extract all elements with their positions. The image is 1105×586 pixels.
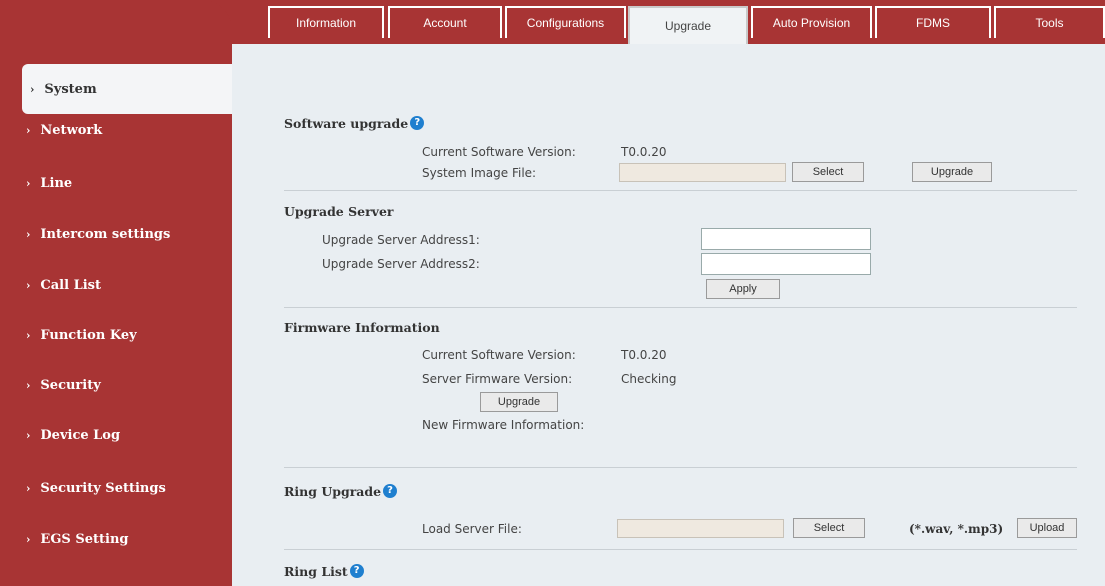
ring-select-button[interactable]: Select bbox=[793, 518, 865, 538]
chevron-right-icon: › bbox=[26, 278, 31, 292]
help-icon[interactable]: ? bbox=[383, 484, 398, 498]
sidebar-item-intercom-settings[interactable]: › Intercom settings bbox=[0, 209, 232, 259]
chevron-right-icon: › bbox=[26, 227, 31, 241]
chevron-right-icon: › bbox=[26, 428, 31, 442]
chevron-right-icon: › bbox=[26, 481, 31, 495]
chevron-right-icon: › bbox=[30, 82, 35, 96]
sidebar-item-label: Function Key bbox=[40, 327, 137, 343]
current-version-value: T0.0.20 bbox=[621, 145, 667, 159]
sidebar-item-device-log[interactable]: › Device Log bbox=[0, 410, 232, 460]
help-icon[interactable]: ? bbox=[410, 116, 425, 130]
sidebar-item-line[interactable]: › Line bbox=[0, 158, 232, 208]
firmware-current-version-value: T0.0.20 bbox=[621, 348, 667, 362]
sidebar-item-egs-setting[interactable]: › EGS Setting bbox=[0, 514, 232, 564]
server-address1-label: Upgrade Server Address1: bbox=[322, 233, 480, 247]
tab-auto-provision[interactable]: Auto Provision bbox=[751, 6, 872, 38]
sidebar-item-security-settings[interactable]: › Security Settings bbox=[0, 463, 232, 513]
section-title-text: Ring List bbox=[284, 564, 348, 579]
server-firmware-version-value: Checking bbox=[621, 372, 677, 386]
sidebar-item-label: Intercom settings bbox=[40, 226, 171, 242]
sidebar-item-label: Network bbox=[40, 122, 103, 138]
chevron-right-icon: › bbox=[26, 123, 31, 137]
tab-account[interactable]: Account bbox=[388, 6, 502, 38]
section-title-text: Software upgrade bbox=[284, 116, 409, 131]
server-address2-label: Upgrade Server Address2: bbox=[322, 257, 480, 271]
ring-list-title: Ring List? bbox=[284, 564, 364, 579]
tab-information[interactable]: Information bbox=[268, 6, 384, 38]
top-tab-bar: Information Account Configurations Upgra… bbox=[232, 0, 1105, 44]
tab-fdms[interactable]: FDMS bbox=[875, 6, 991, 38]
firmware-info-title: Firmware Information bbox=[284, 320, 440, 335]
load-server-file-label: Load Server File: bbox=[422, 522, 522, 536]
help-icon[interactable]: ? bbox=[349, 564, 364, 578]
sidebar-item-label: EGS Setting bbox=[40, 531, 129, 547]
sidebar-item-label: Line bbox=[40, 175, 73, 191]
server-address2-input[interactable] bbox=[701, 253, 871, 275]
chevron-right-icon: › bbox=[26, 176, 31, 190]
ring-formats-text: (*.wav, *.mp3) bbox=[909, 522, 1004, 536]
divider bbox=[284, 190, 1077, 191]
sidebar-item-call-list[interactable]: › Call List bbox=[0, 260, 232, 310]
new-firmware-info-label: New Firmware Information: bbox=[422, 418, 585, 432]
chevron-right-icon: › bbox=[26, 532, 31, 546]
firmware-current-version-label: Current Software Version: bbox=[422, 348, 576, 362]
firmware-upgrade-button[interactable]: Upgrade bbox=[480, 392, 558, 412]
tab-tools[interactable]: Tools bbox=[994, 6, 1105, 38]
apply-button[interactable]: Apply bbox=[706, 279, 780, 299]
sidebar-item-label: Device Log bbox=[40, 427, 121, 443]
ring-file-input[interactable] bbox=[617, 519, 784, 538]
chevron-right-icon: › bbox=[26, 378, 31, 392]
sidebar-item-label: Security Settings bbox=[40, 480, 166, 496]
server-firmware-version-label: Server Firmware Version: bbox=[422, 372, 573, 386]
tab-upgrade[interactable]: Upgrade bbox=[628, 6, 748, 44]
sidebar-item-function-key[interactable]: › Function Key bbox=[0, 310, 232, 360]
sidebar-item-security[interactable]: › Security bbox=[0, 360, 232, 410]
main-content: Software upgrade? Current Software Versi… bbox=[232, 44, 1105, 586]
divider bbox=[284, 467, 1077, 468]
software-upgrade-title: Software upgrade? bbox=[284, 116, 425, 131]
sidebar: › System › Network › Line › Intercom set… bbox=[0, 0, 232, 586]
tab-configurations[interactable]: Configurations bbox=[505, 6, 626, 38]
server-address1-input[interactable] bbox=[701, 228, 871, 250]
divider bbox=[284, 549, 1077, 550]
upgrade-server-title: Upgrade Server bbox=[284, 204, 394, 219]
system-image-label: System Image File: bbox=[422, 166, 537, 180]
section-title-text: Ring Upgrade bbox=[284, 484, 382, 499]
divider bbox=[284, 307, 1077, 308]
sidebar-item-label: Call List bbox=[40, 277, 101, 293]
sidebar-item-label: System bbox=[44, 81, 97, 97]
ring-upgrade-title: Ring Upgrade? bbox=[284, 484, 398, 499]
sidebar-item-network[interactable]: › Network bbox=[0, 105, 232, 155]
chevron-right-icon: › bbox=[26, 328, 31, 342]
sidebar-header bbox=[0, 0, 232, 48]
system-image-file-input[interactable] bbox=[619, 163, 786, 182]
ring-upload-button[interactable]: Upload bbox=[1017, 518, 1077, 538]
software-upgrade-button[interactable]: Upgrade bbox=[912, 162, 992, 182]
select-button[interactable]: Select bbox=[792, 162, 864, 182]
current-version-label: Current Software Version: bbox=[422, 145, 576, 159]
sidebar-item-label: Security bbox=[40, 377, 101, 393]
